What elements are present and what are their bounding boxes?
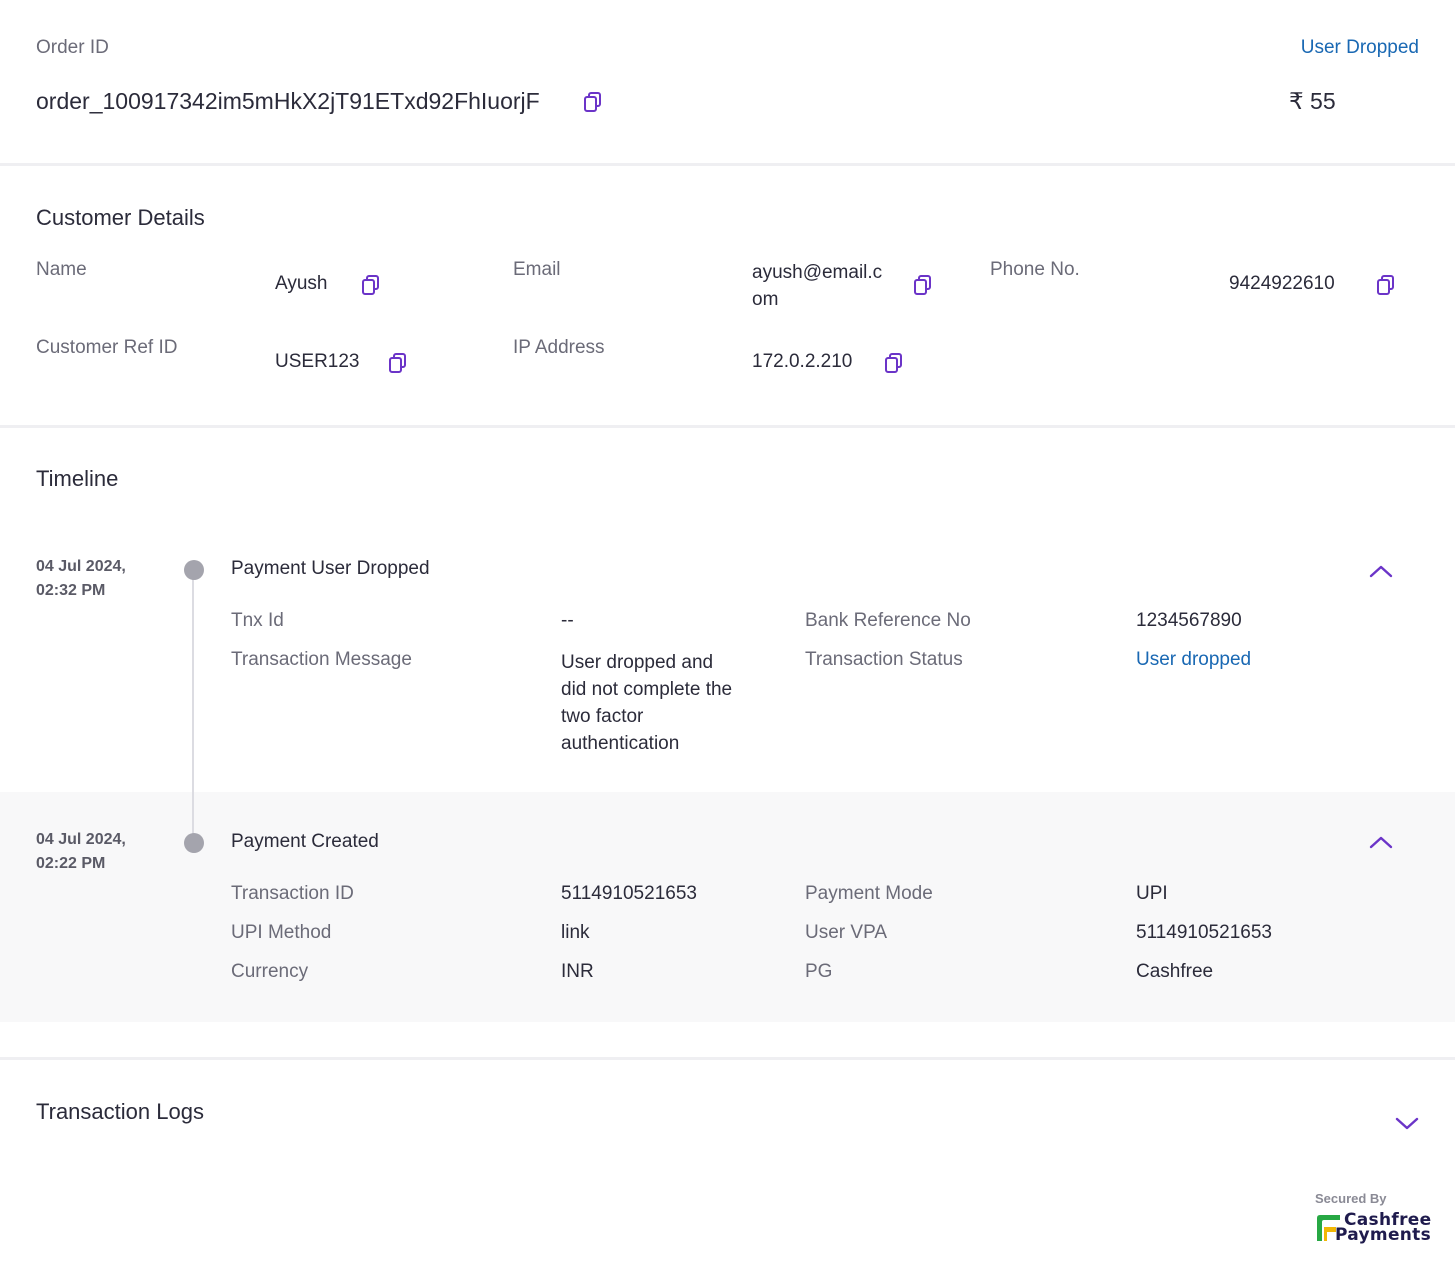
chevron-up-icon[interactable] — [1368, 563, 1394, 579]
user-vpa-label: User VPA — [805, 922, 888, 943]
email-value-line1: ayush@email.c — [752, 262, 883, 283]
transaction-message-value: User dropped and did not complete the tw… — [561, 649, 732, 757]
event-date-line2: 02:32 PM — [36, 582, 106, 599]
transaction-id-label: Transaction ID — [231, 883, 354, 904]
secured-by-label: Secured By — [1315, 1191, 1387, 1206]
phone-label: Phone No. — [990, 259, 1080, 280]
ip-address-label: IP Address — [513, 337, 605, 358]
event-date-line1: 04 Jul 2024, — [36, 831, 126, 848]
event-date-line1: 04 Jul 2024, — [36, 558, 126, 575]
timeline-dot — [184, 833, 204, 853]
payment-mode-value: UPI — [1136, 883, 1168, 904]
event-date: 04 Jul 2024, 02:32 PM — [36, 555, 126, 603]
name-value: Ayush — [275, 273, 328, 294]
ip-address-value: 172.0.2.210 — [752, 351, 853, 372]
order-id-label: Order ID — [36, 37, 109, 58]
order-status: User Dropped — [1300, 37, 1419, 58]
order-id-value: order_100917342im5mHkX2jT91ETxd92FhIuorj… — [36, 88, 540, 114]
customer-details-title: Customer Details — [36, 205, 205, 230]
upi-method-label: UPI Method — [231, 922, 332, 943]
customer-ref-value: USER123 — [275, 351, 360, 372]
pg-label: PG — [805, 961, 833, 982]
name-label: Name — [36, 259, 87, 280]
cashfree-logo: Cashfree Payments — [1314, 1211, 1431, 1244]
transaction-message-line: did not complete the — [561, 679, 733, 700]
transaction-message-label: Transaction Message — [231, 649, 412, 670]
tnx-id-value: -- — [561, 610, 574, 631]
transaction-id-value: 5114910521653 — [561, 883, 697, 904]
order-amount: ₹ 55 — [1289, 88, 1336, 114]
timeline-event-highlight — [0, 792, 1455, 1022]
event-date: 04 Jul 2024, 02:22 PM — [36, 828, 126, 876]
divider — [0, 425, 1455, 428]
brand-line2: Payments — [1335, 1225, 1432, 1245]
divider — [0, 163, 1455, 166]
transaction-status-label: Transaction Status — [805, 649, 963, 670]
payment-mode-label: Payment Mode — [805, 883, 933, 904]
customer-ref-label: Customer Ref ID — [36, 337, 178, 358]
bank-reference-label: Bank Reference No — [805, 610, 971, 631]
pg-value: Cashfree — [1136, 961, 1214, 982]
bank-reference-value: 1234567890 — [1136, 610, 1242, 631]
event-title: Payment User Dropped — [231, 558, 430, 579]
transaction-message-line: authentication — [561, 733, 680, 754]
copy-icon[interactable] — [361, 274, 381, 296]
copy-icon[interactable] — [583, 91, 603, 113]
currency-value: INR — [561, 961, 594, 982]
transaction-logs-title[interactable]: Transaction Logs — [36, 1099, 204, 1125]
transaction-status-value: User dropped — [1136, 649, 1252, 670]
copy-icon[interactable] — [388, 352, 408, 374]
divider — [0, 1057, 1455, 1060]
timeline-title: Timeline — [36, 466, 119, 491]
chevron-up-icon[interactable] — [1368, 834, 1394, 850]
transaction-message-line: User dropped and — [561, 652, 714, 673]
event-date-line2: 02:22 PM — [36, 855, 106, 872]
transaction-message-line: two factor — [561, 706, 644, 727]
currency-label: Currency — [231, 961, 309, 982]
chevron-down-icon[interactable] — [1394, 1116, 1420, 1132]
timeline-connector — [192, 570, 194, 842]
copy-icon[interactable] — [884, 352, 904, 374]
event-title: Payment Created — [231, 831, 379, 852]
copy-icon[interactable] — [913, 274, 933, 296]
upi-method-value: link — [561, 922, 590, 943]
user-vpa-value: 5114910521653 — [1136, 922, 1272, 943]
email-value-line2: om — [752, 289, 779, 310]
copy-icon[interactable] — [1376, 274, 1396, 296]
email-label: Email — [513, 259, 561, 280]
phone-value: 9424922610 — [1229, 273, 1335, 294]
tnx-id-label: Tnx Id — [231, 610, 284, 631]
email-value: ayush@email.c om — [752, 259, 882, 313]
timeline-dot — [184, 560, 204, 580]
